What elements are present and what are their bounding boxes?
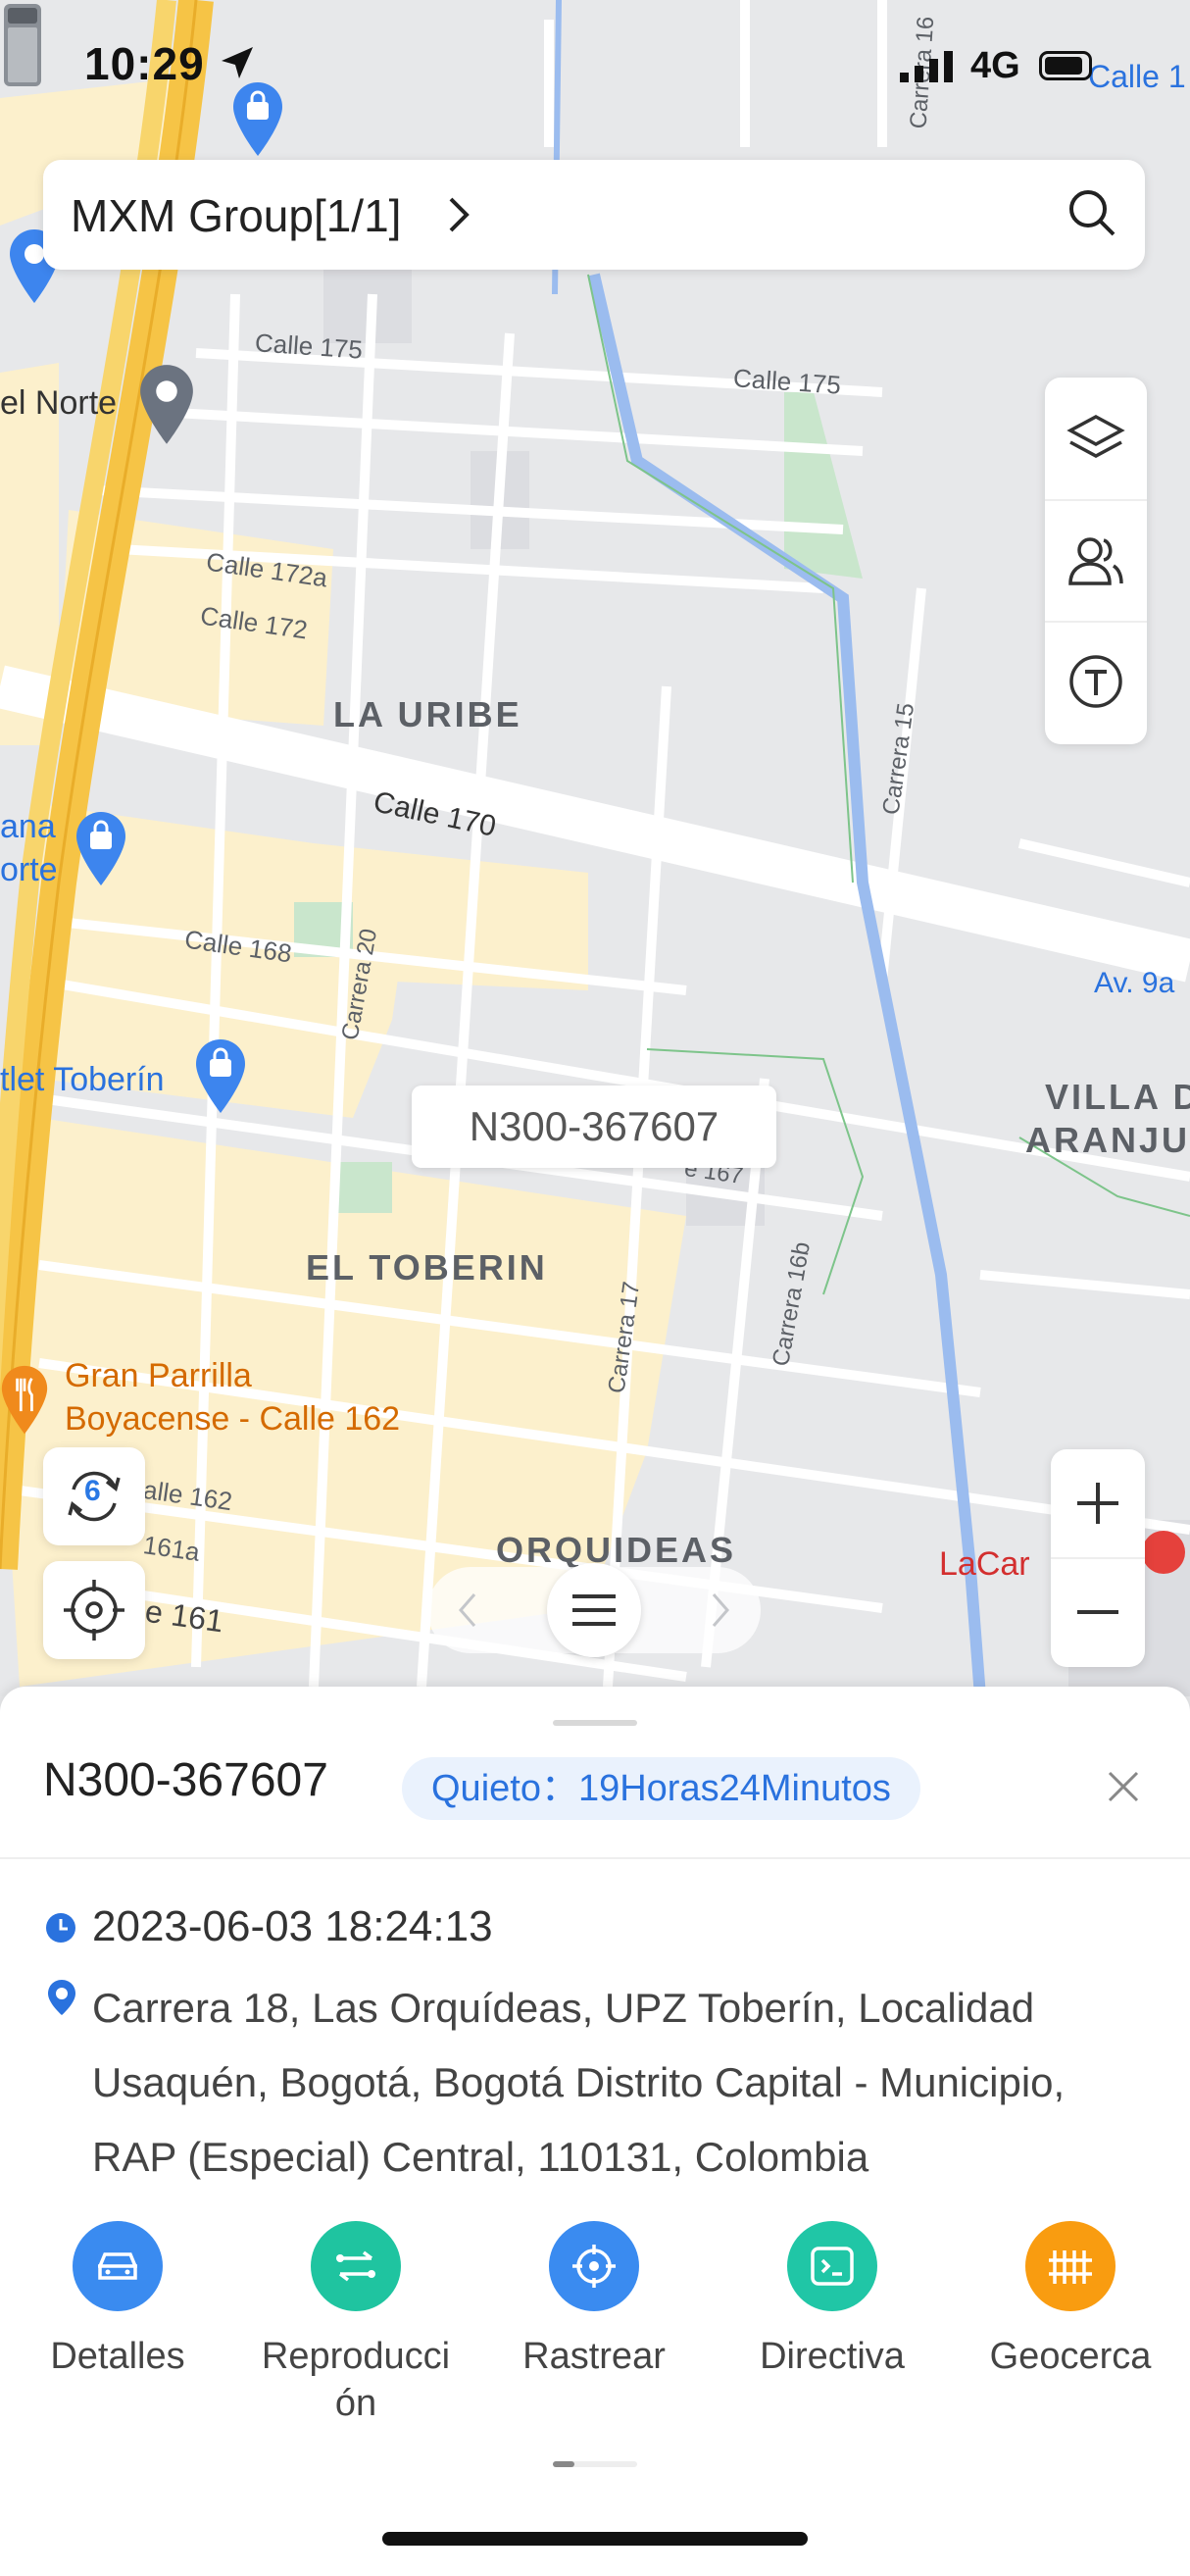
map-label-neighborhood: ORQUIDEAS — [496, 1530, 737, 1570]
chevron-right-icon[interactable] — [445, 193, 474, 236]
map-label-place: LaCar — [939, 1545, 1030, 1583]
details-action[interactable]: Detalles — [0, 2221, 235, 2380]
map-label-place: tlet Toberín — [0, 1061, 165, 1098]
vehicle-map-label[interactable]: N300-367607 — [412, 1086, 776, 1168]
layers-icon — [1066, 415, 1125, 458]
map-label-neighborhood: ARANJU — [1025, 1120, 1190, 1160]
refresh-button[interactable]: 6 — [43, 1447, 145, 1545]
restaurant-pin-icon[interactable] — [0, 1363, 49, 1438]
map-label-neighborhood: LA URIBE — [333, 694, 522, 734]
red-pin-icon[interactable] — [1137, 1526, 1190, 1589]
refresh-count: 6 — [84, 1475, 101, 1507]
status-time: 10:29 — [84, 38, 205, 89]
signal-icon — [900, 51, 953, 82]
page-indicator — [553, 2461, 637, 2467]
map-label-avenue: Av. 9a — [1094, 967, 1175, 999]
crosshair-icon — [64, 1580, 124, 1641]
shopping-pin-icon[interactable] — [194, 1037, 247, 1116]
users-icon — [1068, 537, 1123, 585]
group-selector-bar[interactable]: MXM Group[1/1] — [43, 160, 1145, 270]
device-detail-panel: N300-367607 Quieto：19Horas24Minutos 2023… — [0, 1687, 1190, 2576]
drag-handle[interactable] — [553, 1720, 637, 1726]
geofence-label: Geocerca — [989, 2336, 1152, 2377]
clock-icon — [46, 1913, 75, 1943]
traffic-button[interactable] — [1045, 621, 1147, 742]
route-icon — [311, 2221, 401, 2311]
layers-button[interactable] — [1045, 378, 1147, 501]
search-icon[interactable] — [1065, 185, 1119, 240]
users-button[interactable] — [1045, 499, 1147, 623]
map-label-restaurant: Gran Parrilla — [65, 1357, 252, 1394]
plus-icon — [1077, 1483, 1118, 1524]
map-label-place: el Norte — [0, 384, 118, 422]
chevron-left-icon[interactable] — [455, 1591, 480, 1630]
menu-icon — [572, 1594, 616, 1626]
shopping-pin-icon[interactable] — [74, 810, 127, 888]
car-icon — [73, 2221, 163, 2311]
playback-label: Reproducción — [261, 2336, 451, 2424]
map-label-place: orte — [0, 851, 58, 888]
network-type: 4G — [970, 45, 1020, 86]
group-label[interactable]: MXM Group[1/1] — [71, 189, 401, 242]
close-icon[interactable] — [1102, 1765, 1145, 1808]
battery-icon — [1039, 51, 1092, 80]
geofence-action[interactable]: Geocerca — [953, 2221, 1188, 2380]
status-badge: Quieto：19Horas24Minutos — [402, 1757, 920, 1820]
location-pin-icon — [48, 1980, 75, 2015]
track-label: Rastrear — [522, 2336, 666, 2377]
map-label-neighborhood: EL TOBERIN — [306, 1247, 548, 1288]
minus-icon — [1077, 1610, 1118, 1614]
map-label-place: ana — [0, 808, 56, 845]
playback-action[interactable]: Reproducción — [238, 2221, 473, 2427]
traffic-t-icon — [1069, 655, 1122, 708]
map-label-restaurant: Boyacense - Calle 162 — [65, 1400, 401, 1438]
home-indicator[interactable] — [382, 2532, 808, 2546]
command-action[interactable]: Directiva — [715, 2221, 950, 2380]
last-update-time: 2023-06-03 18:24:13 — [92, 1902, 493, 1950]
zoom-out-button[interactable] — [1051, 1558, 1145, 1666]
map-label-neighborhood: VILLA D — [1045, 1077, 1190, 1117]
location-arrow-icon — [222, 47, 253, 78]
terminal-icon — [787, 2221, 877, 2311]
device-address: Carrera 18, Las Orquídeas, UPZ Toberín, … — [92, 1985, 1066, 2180]
details-label: Detalles — [50, 2336, 185, 2377]
zoom-control — [1051, 1449, 1145, 1667]
locate-button[interactable] — [43, 1561, 145, 1659]
map-pin-icon[interactable] — [137, 363, 196, 447]
action-bar: Detalles Reproducción Rastrear Directiva… — [0, 2221, 1190, 2437]
fence-icon — [1025, 2221, 1116, 2311]
divider — [0, 1857, 1190, 1859]
status-bar: 10:29 4G — [0, 0, 1190, 137]
map-tools-panel — [1045, 378, 1147, 744]
command-label: Directiva — [760, 2336, 905, 2377]
device-name: N300-367607 — [43, 1754, 328, 1806]
track-action[interactable]: Rastrear — [476, 2221, 712, 2380]
zoom-in-button[interactable] — [1051, 1449, 1145, 1559]
chevron-right-icon[interactable] — [708, 1591, 733, 1630]
crosshair-icon — [549, 2221, 639, 2311]
device-navigator — [427, 1563, 761, 1657]
device-list-button[interactable] — [547, 1563, 641, 1657]
